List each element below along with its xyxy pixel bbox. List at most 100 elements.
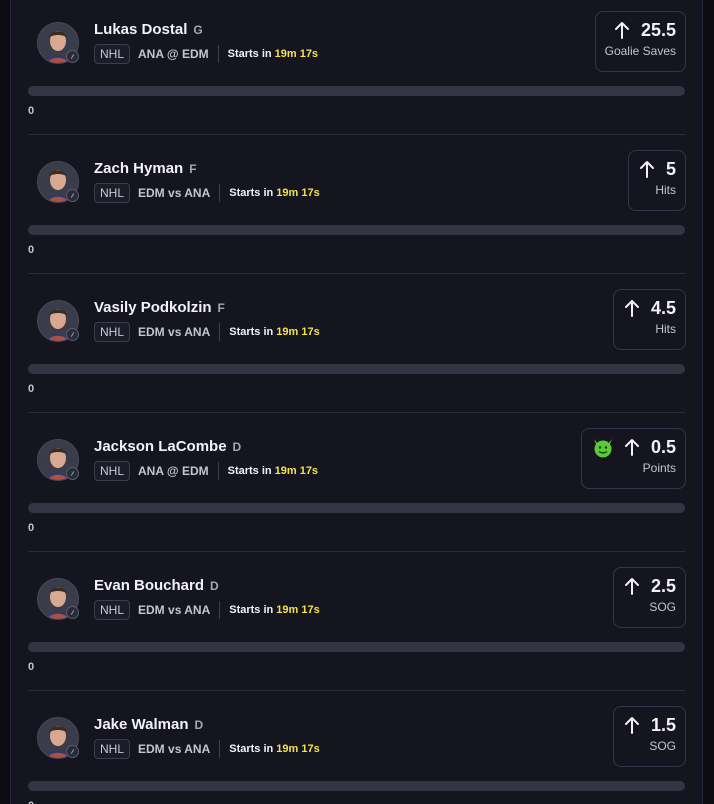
- player-name: Zach Hyman: [94, 160, 184, 177]
- player-name-line: Zach Hyman F: [94, 160, 197, 177]
- clock-icon: [66, 745, 79, 758]
- row-divider: [28, 134, 685, 135]
- league-badge: NHL: [94, 183, 131, 203]
- line-value: 25.5: [640, 19, 676, 40]
- player-name: Evan Bouchard: [94, 577, 205, 594]
- arrow-up-icon: [624, 300, 639, 317]
- progress-bar: [28, 503, 685, 513]
- starts-countdown: 19m 17s: [274, 48, 319, 60]
- arrow-up-icon: [614, 22, 629, 39]
- line-value: 1.5: [650, 714, 676, 735]
- pick-row[interactable]: Jake Walman D NHL EDM vs ANA Starts in 19…: [11, 695, 702, 804]
- clock-icon: [66, 328, 79, 341]
- pick-row[interactable]: Zach Hyman F NHL EDM vs ANA Starts in 19m…: [11, 139, 702, 278]
- league-badge: NHL: [94, 739, 131, 759]
- clock-icon: [66, 467, 79, 480]
- starts-countdown: 19m 17s: [276, 743, 320, 755]
- arrow-up-icon: [624, 439, 639, 456]
- league-badge: NHL: [94, 461, 131, 481]
- stat-type: Hits: [655, 322, 676, 336]
- projection-card[interactable]: 5 Hits: [627, 150, 686, 211]
- player-name: Lukas Dostal: [94, 21, 188, 38]
- pick-row[interactable]: Jackson LaCombe D NHL ANA @ EDM Starts in…: [11, 417, 702, 556]
- player-name: Vasily Podkolzin: [94, 299, 212, 316]
- league-badge: NHL: [94, 322, 131, 342]
- stat-type: Goalie Saves: [604, 44, 676, 58]
- starts-countdown: 19m 17s: [276, 187, 320, 199]
- meta-divider: [219, 184, 221, 202]
- matchup: EDM vs ANA: [138, 603, 211, 617]
- arrow-up-icon: [624, 578, 639, 595]
- starts-label: Starts in: [229, 326, 274, 338]
- stat-type: SOG: [649, 600, 676, 614]
- player-position: D: [232, 440, 242, 454]
- meta-divider: [219, 601, 221, 619]
- matchup: EDM vs ANA: [138, 742, 211, 756]
- projection-card[interactable]: 0.5 Points: [580, 428, 686, 489]
- arrow-up-icon: [624, 717, 639, 734]
- league-badge: NHL: [94, 600, 131, 620]
- starts-countdown: 19m 17s: [276, 326, 320, 338]
- player-position: D: [210, 579, 219, 593]
- progress-bar: [28, 642, 685, 652]
- game-meta: NHL EDM vs ANA Starts in 19m 17s: [94, 322, 320, 342]
- row-divider: [28, 412, 685, 413]
- league-badge: NHL: [94, 44, 131, 64]
- meta-divider: [219, 323, 221, 341]
- line-value: 5: [665, 158, 676, 179]
- player-position: F: [189, 162, 197, 176]
- row-divider: [28, 273, 685, 274]
- starts-label: Starts in: [229, 604, 274, 616]
- stat-type: SOG: [649, 739, 676, 753]
- projection-card[interactable]: 4.5 Hits: [612, 289, 686, 350]
- picks-list: Lukas Dostal G NHL ANA @ EDM Starts in 19…: [10, 0, 703, 804]
- matchup: ANA @ EDM: [138, 47, 209, 61]
- green-devil-icon: [593, 439, 612, 458]
- starts-countdown: 19m 17s: [276, 604, 320, 616]
- starts-label: Starts in: [227, 465, 272, 477]
- line-value: 2.5: [650, 575, 676, 596]
- projection-card[interactable]: 25.5 Goalie Saves: [594, 11, 686, 72]
- player-name: Jackson LaCombe: [94, 438, 227, 455]
- pick-row[interactable]: Evan Bouchard D NHL EDM vs ANA Starts in …: [11, 556, 702, 695]
- line-value: 0.5: [650, 436, 676, 457]
- progress-bar: [28, 86, 685, 96]
- player-position: F: [217, 301, 225, 315]
- game-meta: NHL EDM vs ANA Starts in 19m 17s: [94, 739, 320, 759]
- player-name-line: Jackson LaCombe D: [94, 438, 241, 455]
- starts-countdown: 19m 17s: [274, 465, 319, 477]
- player-name-line: Jake Walman D: [94, 716, 203, 733]
- meta-divider: [219, 740, 221, 758]
- game-meta: NHL EDM vs ANA Starts in 19m 17s: [94, 600, 320, 620]
- player-name: Jake Walman: [94, 716, 189, 733]
- game-meta: NHL EDM vs ANA Starts in 19m 17s: [94, 183, 320, 203]
- game-meta: NHL ANA @ EDM Starts in 19m 17s: [94, 461, 318, 481]
- row-divider: [28, 690, 685, 691]
- stat-type: Hits: [655, 183, 676, 197]
- progress-bar: [28, 781, 685, 791]
- matchup: EDM vs ANA: [138, 325, 211, 339]
- progress-value: 0: [28, 661, 35, 673]
- projection-card[interactable]: 1.5 SOG: [612, 706, 686, 767]
- clock-icon: [66, 50, 79, 63]
- player-position: D: [194, 718, 204, 732]
- starts-label: Starts in: [229, 187, 274, 199]
- starts-label: Starts in: [227, 48, 272, 60]
- progress-bar: [28, 364, 685, 374]
- meta-divider: [217, 462, 219, 480]
- player-name-line: Evan Bouchard D: [94, 577, 219, 594]
- player-position: G: [193, 23, 203, 37]
- arrow-up-icon: [639, 161, 654, 178]
- projection-card[interactable]: 2.5 SOG: [612, 567, 686, 628]
- progress-value: 0: [28, 244, 35, 256]
- progress-bar: [28, 225, 685, 235]
- stat-type: Points: [642, 461, 676, 475]
- clock-icon: [66, 189, 79, 202]
- row-divider: [28, 551, 685, 552]
- progress-value: 0: [28, 383, 35, 395]
- pick-row[interactable]: Vasily Podkolzin F NHL EDM vs ANA Starts …: [11, 278, 702, 417]
- meta-divider: [217, 45, 219, 63]
- progress-value: 0: [28, 522, 35, 534]
- progress-value: 0: [28, 800, 34, 804]
- pick-row[interactable]: Lukas Dostal G NHL ANA @ EDM Starts in 19…: [11, 0, 702, 139]
